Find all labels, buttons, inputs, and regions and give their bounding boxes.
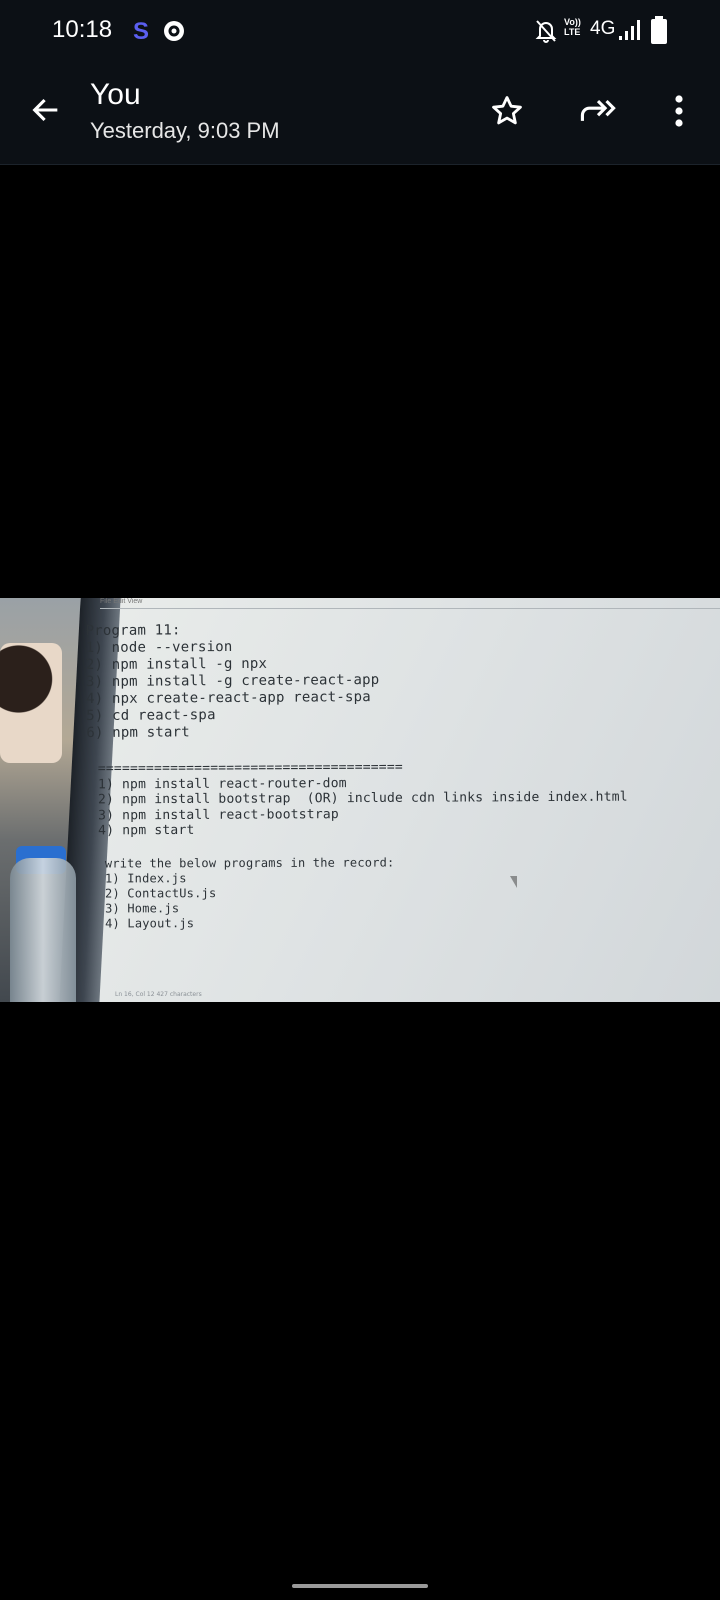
water-bottle [10, 858, 76, 1002]
photo-person [0, 643, 62, 763]
arrow-back-icon [32, 98, 58, 122]
app-bar: You Yesterday, 9:03 PM [0, 62, 720, 165]
code-block-setup: Program 11: 1) node --version 2) npm ins… [85, 622, 380, 742]
message-photo[interactable]: File Edit View Program 11: 1) node --ver… [0, 598, 720, 1002]
signal-icon [617, 18, 641, 47]
volte-icon: Vo)) LTE [564, 17, 581, 37]
editor-status-line: Ln 16, Col 12 427 characters [115, 991, 202, 998]
network-type: 4G [590, 18, 616, 39]
forward-icon [580, 99, 616, 121]
more-vert-icon [675, 95, 683, 127]
editor-menu-strip: File Edit View [100, 598, 720, 609]
sender-title: You [90, 78, 141, 111]
status-bar: 10:18 S Vo)) LTE 4G [0, 0, 720, 62]
star-button[interactable] [482, 86, 532, 136]
home-indicator[interactable] [292, 1584, 428, 1588]
back-button[interactable] [20, 84, 72, 136]
code-block-install: ====================================== 1… [97, 759, 628, 839]
status-time: 10:18 [52, 16, 113, 43]
message-timestamp: Yesterday, 9:03 PM [90, 118, 280, 143]
battery-icon [650, 15, 668, 50]
svg-text:S: S [133, 18, 149, 42]
star-icon [492, 96, 522, 125]
more-options-button[interactable] [654, 86, 704, 136]
code-block-record: write the below programs in the record: … [104, 855, 395, 931]
mouse-cursor-icon [510, 876, 517, 888]
s-app-icon: S [132, 18, 154, 47]
chat-app-icon [162, 19, 186, 48]
bell-muted-icon [534, 18, 558, 49]
forward-button[interactable] [572, 86, 624, 136]
